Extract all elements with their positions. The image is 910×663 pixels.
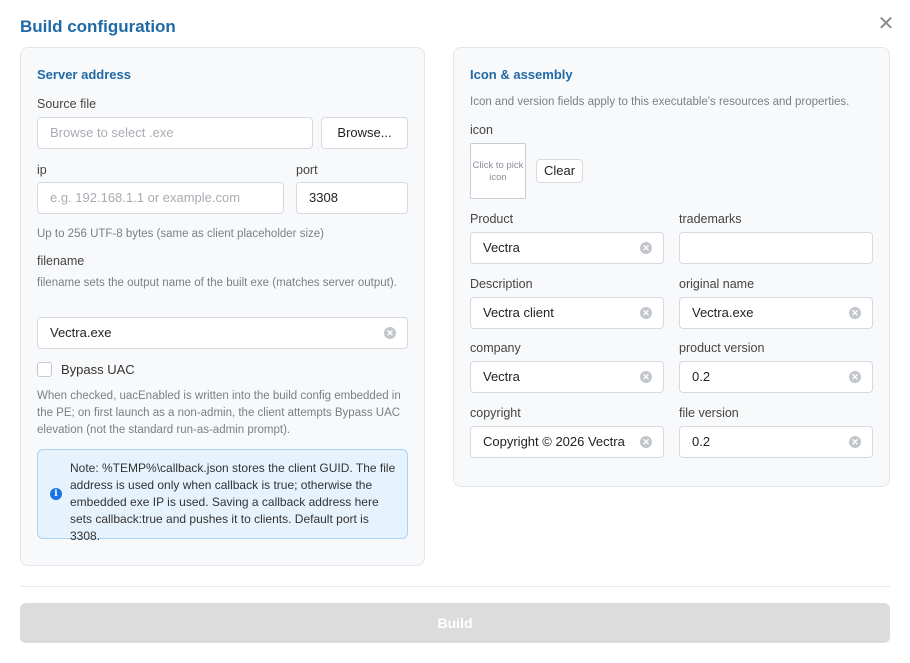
size-hint: Up to 256 UTF-8 bytes (same as client pl…: [37, 228, 324, 240]
filename-hint: filename sets the output name of the bui…: [37, 277, 397, 289]
port-label: port: [296, 163, 318, 177]
ip-placeholder: e.g. 192.168.1.1 or example.com: [50, 190, 241, 205]
server-section-title: Server address: [37, 67, 131, 82]
file-version-input[interactable]: 0.2 ✕: [679, 426, 873, 458]
footer-divider: [20, 586, 890, 587]
source-file-input[interactable]: Browse to select .exe: [37, 117, 313, 149]
copyright-input[interactable]: Copyright © 2026 Vectra ✕: [470, 426, 664, 458]
original-name-label: original name: [679, 277, 755, 291]
ip-label: ip: [37, 163, 47, 177]
info-note: i Note: %TEMP%\callback.json stores the …: [37, 449, 408, 543]
clear-copyright-icon[interactable]: ✕: [640, 436, 652, 448]
assembly-hint: Icon and version fields apply to this ex…: [470, 96, 850, 108]
file-version-value: 0.2: [692, 434, 711, 449]
copyright-label: copyright: [470, 406, 521, 420]
trademarks-label: trademarks: [679, 212, 742, 226]
bypass-uac-checkbox[interactable]: [37, 362, 52, 377]
icon-label: icon: [470, 123, 493, 137]
close-icon[interactable]: ✕: [876, 14, 896, 34]
trademarks-input[interactable]: [679, 232, 873, 264]
company-input[interactable]: Vectra ✕: [470, 361, 664, 393]
original-name-value: Vectra.exe: [692, 305, 754, 320]
info-note-text: Note: %TEMP%\callback.json stores the cl…: [70, 461, 396, 543]
bypass-uac-label[interactable]: Bypass UAC: [61, 362, 135, 377]
company-label: company: [470, 341, 521, 355]
copyright-value: Copyright © 2026 Vectra: [483, 434, 625, 449]
description-value: Vectra client: [483, 305, 554, 320]
clear-icon-button[interactable]: Clear: [536, 159, 583, 183]
assembly-section-title: Icon & assembly: [470, 67, 573, 82]
product-version-value: 0.2: [692, 369, 711, 384]
description-input[interactable]: Vectra client ✕: [470, 297, 664, 329]
source-file-placeholder: Browse to select .exe: [50, 125, 174, 140]
clear-company-icon[interactable]: ✕: [640, 371, 652, 383]
source-file-label: Source file: [37, 97, 97, 111]
original-name-input[interactable]: Vectra.exe ✕: [679, 297, 873, 329]
clear-filename-icon[interactable]: ✕: [384, 327, 396, 339]
clear-description-icon[interactable]: ✕: [640, 307, 652, 319]
product-label: Product: [470, 212, 514, 226]
build-button[interactable]: Build: [20, 603, 890, 643]
filename-input[interactable]: Vectra.exe ✕: [37, 317, 408, 349]
clear-product-icon[interactable]: ✕: [640, 242, 652, 254]
company-value: Vectra: [483, 369, 520, 384]
port-value: 3308: [309, 190, 338, 205]
product-value: Vectra: [483, 240, 520, 255]
product-version-input[interactable]: 0.2 ✕: [679, 361, 873, 393]
browse-button[interactable]: Browse...: [321, 117, 408, 149]
ip-input[interactable]: e.g. 192.168.1.1 or example.com: [37, 182, 284, 214]
product-version-label: product version: [679, 341, 765, 355]
info-icon: i: [50, 488, 62, 500]
clear-product-version-icon[interactable]: ✕: [849, 371, 861, 383]
bypass-uac-hint: When checked, uacEnabled is written into…: [37, 390, 401, 436]
description-label: Description: [470, 277, 533, 291]
file-version-label: file version: [679, 406, 739, 420]
product-input[interactable]: Vectra ✕: [470, 232, 664, 264]
clear-file-version-icon[interactable]: ✕: [849, 436, 861, 448]
dialog-title: Build configuration: [20, 17, 176, 36]
icon-assembly-panel: [453, 47, 890, 487]
filename-label: filename: [37, 254, 85, 268]
icon-picker[interactable]: Click to pick icon: [470, 143, 526, 199]
port-input[interactable]: 3308: [296, 182, 408, 214]
clear-original-name-icon[interactable]: ✕: [849, 307, 861, 319]
filename-value: Vectra.exe: [50, 325, 112, 340]
